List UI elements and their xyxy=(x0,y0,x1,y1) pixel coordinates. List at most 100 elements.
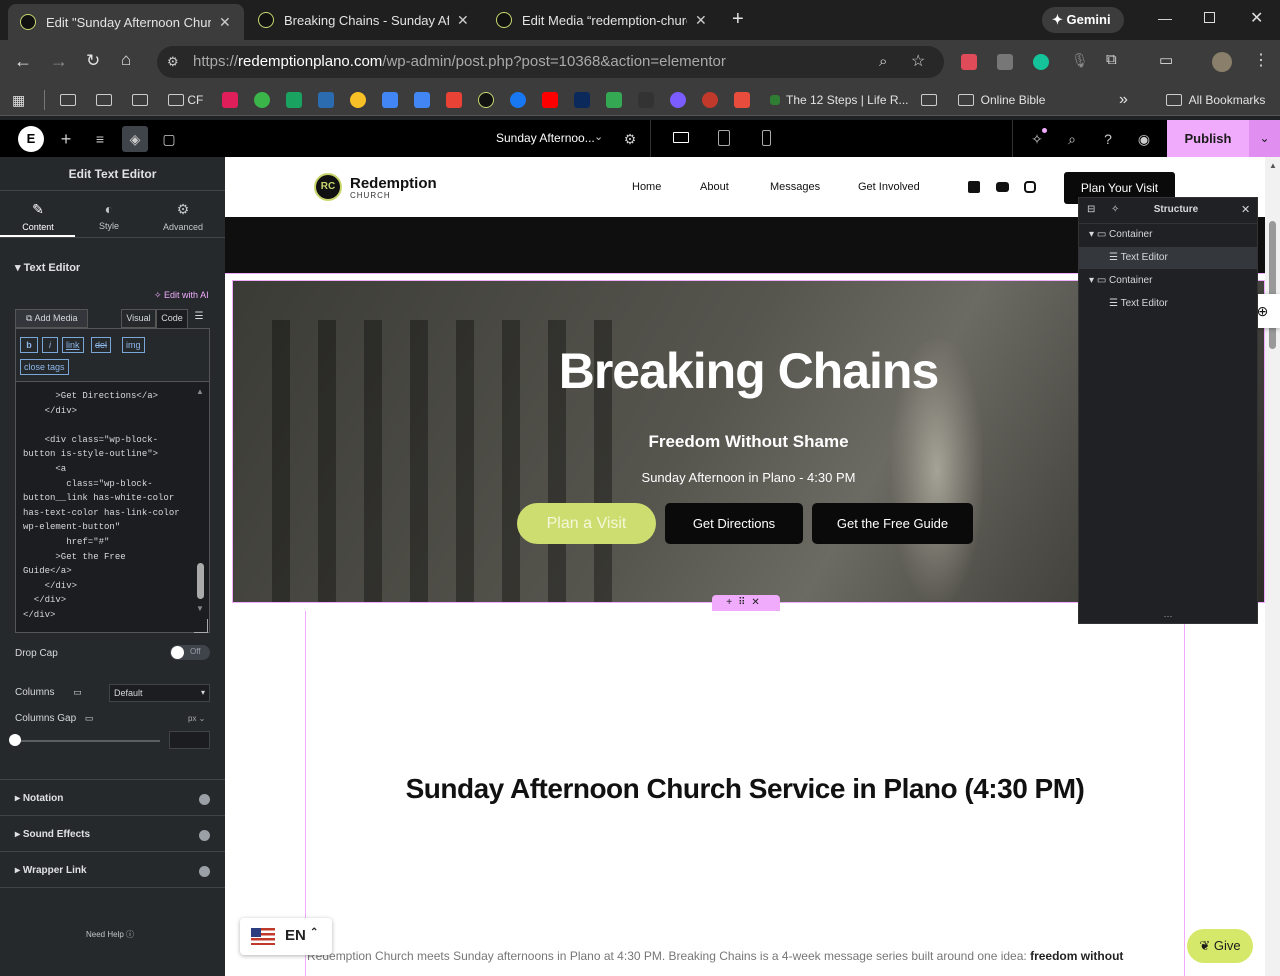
structure-item-text-editor[interactable]: ☰ Text Editor xyxy=(1079,247,1257,269)
church-logo-icon[interactable]: RC xyxy=(314,173,342,201)
browser-tab-media[interactable]: Edit Media “redemption-church ✕ xyxy=(484,6,720,34)
edit-with-ai-button[interactable]: ✧ Edit with AI xyxy=(154,290,209,301)
desktop-device-icon[interactable]: ▭ xyxy=(85,713,94,723)
publish-options-chevron-icon[interactable]: ⌄ xyxy=(1249,120,1280,157)
bookmark-ui-icon[interactable] xyxy=(574,92,590,108)
tab-style[interactable]: ◐ Style xyxy=(72,201,146,231)
scroll-up-icon[interactable]: ▲ xyxy=(1269,161,1277,170)
toolbar-toggle-icon[interactable]: ☰ xyxy=(189,311,209,328)
panel-resize-handle-icon[interactable]: ⋯ xyxy=(1079,611,1257,622)
container-handle[interactable]: +⠿✕ xyxy=(712,595,780,611)
quicktag-italic[interactable]: i xyxy=(42,337,58,353)
tab-content[interactable]: ✎ Content xyxy=(1,201,75,232)
youtube-icon[interactable] xyxy=(996,182,1009,192)
url-bar[interactable]: ⚙ https://redemptionplano.com/wp-admin/p… xyxy=(157,46,944,78)
get-directions-button[interactable]: Get Directions xyxy=(665,503,803,544)
apps-grid-icon[interactable]: ▦ xyxy=(12,90,25,110)
bulb-icon[interactable] xyxy=(350,92,366,108)
bookmark-12-steps[interactable]: The 12 Steps | Life R... xyxy=(770,90,909,110)
code-editor-content[interactable]: >Get Directions</a> </div> <div class="w… xyxy=(23,389,198,621)
instagram-icon[interactable] xyxy=(1024,181,1036,193)
structure-item-container[interactable]: ▾ ▭ Container xyxy=(1079,270,1257,292)
nav-messages[interactable]: Messages xyxy=(770,181,820,193)
restore-icon[interactable] xyxy=(1204,12,1215,23)
bookmark-folder-1[interactable] xyxy=(60,90,76,110)
facebook-icon[interactable] xyxy=(968,181,980,193)
more-bookmarks-icon[interactable]: » xyxy=(1119,90,1128,110)
reload-icon[interactable]: ↻ xyxy=(86,51,100,71)
site-settings-icon[interactable]: ≡ xyxy=(90,129,110,149)
docs-icon[interactable] xyxy=(382,92,398,108)
tab-close-icon[interactable]: ✕ xyxy=(219,14,231,31)
add-media-button[interactable]: ⧉ Add Media xyxy=(15,309,88,328)
language-switcher[interactable]: EN ⌃ xyxy=(240,918,332,955)
need-help-link[interactable]: Need Help ⓘ xyxy=(86,929,134,940)
tab-advanced[interactable]: ⚙ Advanced xyxy=(146,201,220,232)
bookmark-c-icon[interactable] xyxy=(670,92,686,108)
section-wrapper-link[interactable]: ▸ Wrapper Link xyxy=(15,865,87,876)
desktop-device-icon[interactable]: ▭ xyxy=(73,687,82,697)
structure-item-container[interactable]: ▾ ▭ Container xyxy=(1079,224,1257,246)
preview-eye-icon[interactable]: ◉ xyxy=(1134,129,1154,149)
columns-select[interactable]: Default ▾ xyxy=(109,684,210,702)
help-icon[interactable]: ? xyxy=(1098,129,1118,149)
quicktag-img[interactable]: img xyxy=(122,337,145,353)
quicktag-link[interactable]: link xyxy=(62,337,84,353)
gemini-button[interactable]: ✦ Gemini xyxy=(1042,7,1124,33)
gloo-icon[interactable] xyxy=(254,92,270,108)
tab-close-icon[interactable]: ✕ xyxy=(457,12,469,29)
close-icon[interactable]: ✕ xyxy=(1241,203,1250,216)
canvas-scrollbar[interactable]: ▲ xyxy=(1265,157,1280,976)
browser-menu-icon[interactable]: ⋮ xyxy=(1253,50,1269,70)
comments-icon[interactable]: ▢ xyxy=(159,129,179,149)
zoom-icon[interactable]: ⌕ xyxy=(879,46,887,78)
scroll-up-icon[interactable]: ▲ xyxy=(196,387,204,396)
resize-handle-icon[interactable] xyxy=(194,619,208,633)
chevron-down-icon[interactable]: ⌄ xyxy=(594,130,603,143)
slack-icon[interactable] xyxy=(222,92,238,108)
calendar-icon[interactable] xyxy=(414,92,430,108)
unit-select[interactable]: px ⌄ xyxy=(188,714,205,723)
desktop-view-icon[interactable] xyxy=(673,132,689,143)
mic-icon[interactable]: 🎙 xyxy=(1071,52,1089,69)
delete-icon[interactable]: ✕ xyxy=(751,597,765,608)
grammarly-icon[interactable] xyxy=(1033,54,1049,70)
minimize-icon[interactable]: — xyxy=(1158,10,1172,26)
extension-r-icon[interactable] xyxy=(997,54,1013,70)
editor-scrollbar[interactable]: ▲ ▼ xyxy=(196,387,206,615)
forward-icon[interactable]: → xyxy=(50,51,68,72)
logo-wordmark[interactable]: Redemption xyxy=(350,175,437,192)
code-tab[interactable]: Code xyxy=(156,309,188,328)
quicktag-bold[interactable]: b xyxy=(20,337,38,353)
browser-tab-edit[interactable]: Edit "Sunday Afternoon Church ✕ xyxy=(8,4,244,40)
facebook-icon[interactable] xyxy=(510,92,526,108)
get-free-guide-button[interactable]: Get the Free Guide xyxy=(812,503,973,544)
give-button[interactable]: ❦ Give xyxy=(1187,929,1253,963)
slider-knob[interactable] xyxy=(9,734,21,746)
close-window-icon[interactable]: ✕ xyxy=(1250,8,1263,28)
new-tab-button[interactable]: + xyxy=(732,8,744,31)
bookmark-dw-icon[interactable] xyxy=(638,92,654,108)
drop-cap-toggle[interactable]: Off xyxy=(170,645,210,660)
tab-close-icon[interactable]: ✕ xyxy=(695,12,707,29)
quicktag-close-tags[interactable]: close tags xyxy=(20,359,69,375)
section-sound-effects[interactable]: ▸ Sound Effects xyxy=(15,829,90,840)
bookmark-arch-icon[interactable] xyxy=(702,92,718,108)
tab-search-icon[interactable]: ▭ xyxy=(1159,51,1173,69)
bookmark-folder-4[interactable] xyxy=(921,90,937,110)
bookmark-folder-3[interactable] xyxy=(132,90,148,110)
scroll-thumb[interactable] xyxy=(1269,221,1276,349)
home-icon[interactable]: ⌂ xyxy=(121,50,131,70)
add-element-icon[interactable]: + xyxy=(56,129,76,149)
drag-icon[interactable]: ⠿ xyxy=(738,597,751,608)
page-name[interactable]: Sunday Afternoo... xyxy=(496,131,595,145)
youtube-icon[interactable] xyxy=(542,92,558,108)
bookmark-blue-icon[interactable] xyxy=(318,92,334,108)
visual-tab[interactable]: Visual xyxy=(121,309,156,328)
structure-layers-icon[interactable]: ◈ xyxy=(122,126,148,152)
back-icon[interactable]: ← xyxy=(14,51,32,72)
scroll-down-icon[interactable]: ▼ xyxy=(196,604,204,613)
plan-a-visit-button[interactable]: Plan a Visit xyxy=(517,503,656,544)
structure-item-text-editor[interactable]: ☰ Text Editor xyxy=(1079,293,1257,315)
profile-avatar[interactable] xyxy=(1212,52,1232,72)
